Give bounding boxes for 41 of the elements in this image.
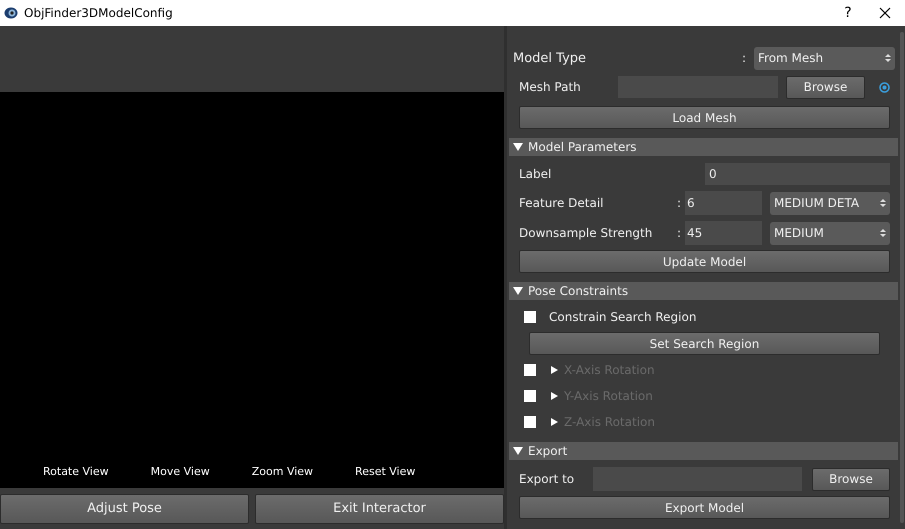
field-label: Model Type (513, 50, 588, 66)
browse-button[interactable]: Browse (812, 468, 890, 490)
colon: : (676, 226, 681, 240)
field-label: Feature Detail (519, 196, 605, 210)
exit-button[interactable]: Exit Interactor (255, 494, 504, 524)
load-mesh-button[interactable]: Load Mesh (519, 106, 890, 129)
field-label: Label (519, 167, 552, 181)
level-dropdown[interactable]: MEDIUM DETA (770, 192, 890, 214)
field-label: Export to (519, 472, 576, 486)
action-button[interactable]: Export Model (519, 496, 890, 519)
adjust-pose-button[interactable]: Adjust Pose (0, 494, 249, 524)
checkbox[interactable] (524, 311, 536, 323)
app-icon (4, 6, 18, 20)
spinner-arrows-icon[interactable] (880, 228, 886, 238)
colon: : (742, 51, 746, 65)
3d-viewport[interactable]: Rotate View Move View Zoom View Reset View (0, 92, 504, 488)
close-icon[interactable] (879, 7, 891, 19)
action-button[interactable]: Set Search Region (529, 332, 880, 355)
window-title: ObjFinder3DModelConfig (24, 6, 174, 20)
radio-button[interactable] (879, 82, 890, 92)
label-field[interactable]: 0 (705, 163, 890, 185)
section-header[interactable]: Export (509, 442, 898, 460)
colon: : (676, 196, 681, 210)
number-field[interactable]: 45 (685, 221, 762, 245)
action-button[interactable]: Update Model (519, 250, 890, 273)
model-type-dropdown[interactable]: From Mesh (754, 46, 895, 70)
view-control[interactable]: Move View (150, 465, 210, 478)
level-dropdown[interactable]: MEDIUM (770, 222, 890, 244)
section-header[interactable]: Model Parameters (509, 138, 898, 156)
spinner-arrows-icon[interactable] (885, 53, 891, 63)
field-label: Downsample Strength (519, 226, 654, 240)
field-label: Mesh Path (519, 80, 582, 94)
help-button[interactable]: ? (825, 5, 871, 21)
checkbox-label: Constrain Search Region (549, 310, 696, 324)
spinner-arrows-icon[interactable] (880, 198, 886, 208)
view-control[interactable]: Rotate View (43, 465, 109, 478)
number-field[interactable]: 6 (685, 191, 762, 215)
view-control[interactable]: Reset View (355, 465, 416, 478)
section-header[interactable]: Pose Constraints (509, 282, 898, 300)
browse-button[interactable]: Browse (786, 76, 865, 98)
view-control[interactable]: Zoom View (252, 465, 314, 478)
